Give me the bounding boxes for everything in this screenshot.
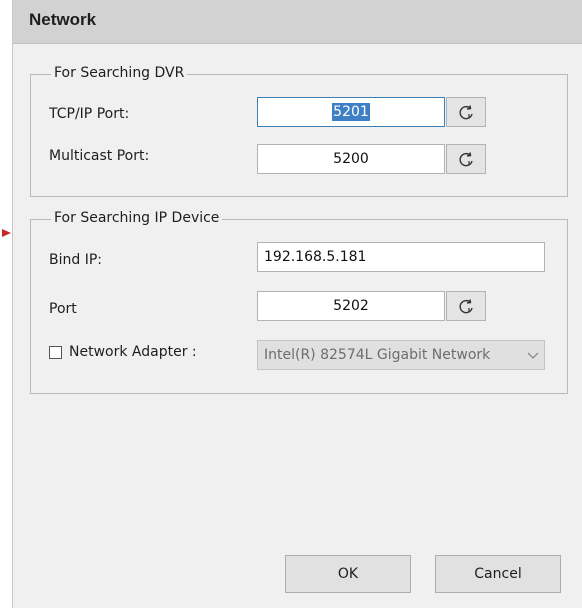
dialog-title: Network: [29, 10, 97, 29]
chevron-down-icon: [527, 352, 539, 359]
tcp-ip-port-value: 5201: [332, 103, 370, 121]
arrow-marker-icon: [2, 229, 11, 237]
searching-ip-device-legend: For Searching IP Device: [51, 210, 223, 226]
searching-dvr-legend: For Searching DVR: [51, 65, 188, 81]
searching-dvr-group: For Searching DVR: [30, 65, 568, 197]
refresh-icon: [459, 105, 473, 120]
network-adapter-label: Network Adapter :: [69, 344, 197, 360]
dialog-titlebar: Network: [13, 0, 582, 44]
bind-ip-input[interactable]: 192.168.5.181: [257, 242, 545, 272]
port-input[interactable]: 5202: [257, 291, 445, 321]
multicast-port-input[interactable]: 5200: [257, 144, 445, 174]
ok-button[interactable]: OK: [285, 555, 411, 593]
network-dialog: Network For Searching DVR TCP/IP Port: 5…: [12, 0, 582, 608]
tcp-ip-port-input[interactable]: 5201: [257, 97, 445, 127]
refresh-icon: [459, 152, 473, 167]
tcp-ip-port-reset-button[interactable]: [446, 97, 486, 127]
cancel-button[interactable]: Cancel: [435, 555, 561, 593]
multicast-port-reset-button[interactable]: [446, 144, 486, 174]
tcp-ip-port-label: TCP/IP Port:: [49, 106, 130, 122]
multicast-port-label: Multicast Port:: [49, 148, 150, 164]
network-adapter-select[interactable]: Intel(R) 82574L Gigabit Network: [257, 340, 545, 370]
bind-ip-label: Bind IP:: [49, 252, 102, 268]
network-adapter-checkbox[interactable]: [49, 346, 62, 359]
port-label: Port: [49, 301, 77, 317]
refresh-icon: [459, 299, 473, 314]
port-reset-button[interactable]: [446, 291, 486, 321]
network-adapter-value: Intel(R) 82574L Gigabit Network: [264, 347, 491, 363]
